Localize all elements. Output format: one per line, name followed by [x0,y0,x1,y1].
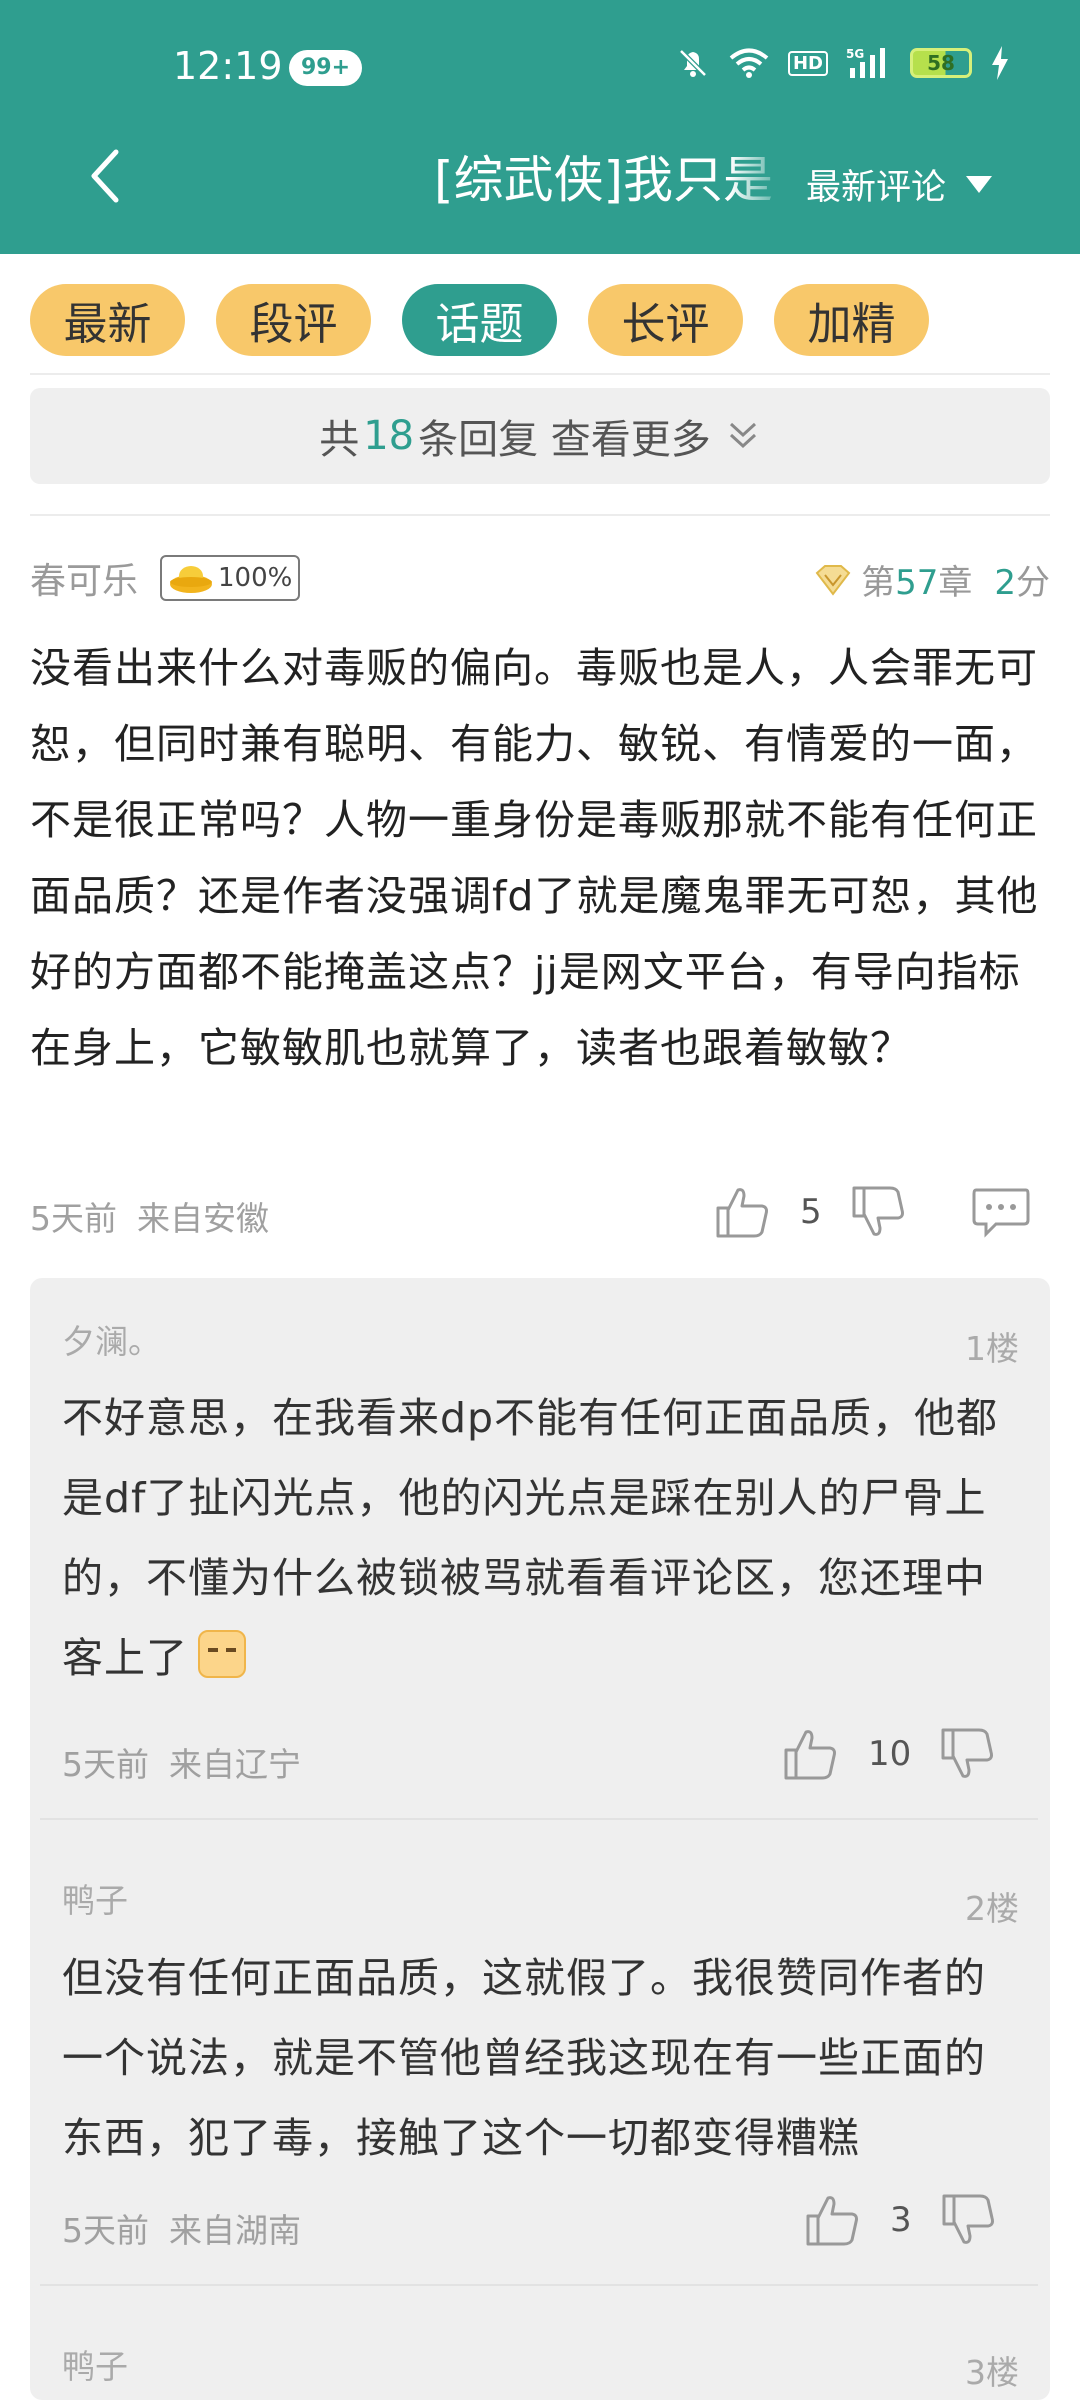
hd-icon: HD [787,50,828,76]
more-suffix: 条回复 查看更多 [418,417,711,463]
status-icons: HD 5G 58 [676,46,1010,80]
reply-floor: 2楼 [965,1889,1019,1928]
thumbs-down-icon[interactable] [850,1184,908,1240]
thumbs-down-icon[interactable] [939,1726,997,1782]
reply-actions: 3 [804,2192,998,2248]
like-count: 5 [800,1192,822,1232]
thumbs-down-icon[interactable] [940,2192,998,2248]
thumbs-up-icon[interactable] [714,1184,772,1240]
mute-bell-icon [679,49,707,77]
reply-divider [40,1818,1038,1820]
reply-divider [40,2284,1038,2286]
reply-author[interactable]: 鸭子 [62,1874,128,1922]
signal-icon: 5G [846,47,885,78]
tab-long-reviews[interactable]: 长评 [588,284,743,356]
reply-body: 不好意思，在我看来dp不能有任何正面品质，他都是df了扯闪光点，他的闪光点是踩在… [62,1394,999,1682]
comment-time: 5天前 [30,1199,117,1238]
sweat-emoji-icon [198,1630,246,1678]
thumbs-up-icon[interactable] [804,2192,862,2248]
top-header: 12:19 99+ HD 5G 58 [综武侠]我只是 最新评论 [0,0,1080,254]
reply-meta: 5天前 来自辽宁 [62,1738,301,1786]
reply-actions: 10 [782,1726,997,1782]
chapter-label: 第57章 [861,563,973,603]
reply-meta: 5天前 来自湖南 [62,2204,301,2252]
reply-time: 5天前 [62,2211,149,2250]
comment-body: 没看出来什么对毒贩的偏向。毒贩也是人，人会罪无可恕，但同时兼有聪明、有能力、敏锐… [30,644,1039,1072]
charging-bolt-icon [992,46,1008,80]
battery-level: 58 [927,51,955,75]
title-fade [730,146,790,216]
svg-text:5G: 5G [846,47,864,61]
tab-latest[interactable]: 最新 [30,284,185,356]
wifi-icon [729,48,769,78]
dropdown-triangle-icon [966,176,993,193]
tab-featured[interactable]: 加精 [774,284,929,356]
thumbs-up-icon[interactable] [782,1726,840,1782]
comment-header: 春可乐 100% [30,552,301,604]
tab-paragraph-comments[interactable]: 段评 [216,284,371,356]
reply-author[interactable]: 夕澜。 [62,1315,161,1363]
comment-meta: 5天前 来自安徽 [30,1192,269,1240]
diamond-icon [815,564,851,596]
reply-time: 5天前 [62,1745,149,1784]
reply-floor: 1楼 [965,1329,1019,1368]
like-count: 3 [890,2200,912,2240]
status-time: 12:19 [173,44,283,88]
section-divider [30,514,1050,516]
battery-icon: 58 [910,48,972,78]
gold-ingot-icon [170,566,213,593]
like-count: 10 [868,1734,912,1774]
tab-topics[interactable]: 话题 [402,284,557,356]
comment-location: 来自安徽 [137,1199,269,1238]
back-arrow-icon[interactable] [80,146,130,206]
reply-author[interactable]: 鸭子 [62,2340,128,2388]
reply-location: 来自辽宁 [169,1745,301,1784]
double-chevron-down-icon [729,422,756,449]
vip-badge: 100% [160,555,301,601]
tabs-divider [30,373,1050,375]
comment-author[interactable]: 春可乐 [30,552,138,604]
reply-count: 18 [363,413,415,459]
more-prefix: 共 [319,417,360,463]
reply-floor: 3楼 [965,2353,1019,2392]
comment-actions: 5 [714,1184,1032,1240]
sort-dropdown[interactable]: 最新评论 [806,160,994,208]
reply-location: 来自湖南 [169,2211,301,2250]
filter-tabs: 最新 段评 话题 长评 加精 [30,284,929,356]
reply-bubble-icon[interactable] [970,1186,1032,1238]
chapter-info: 第57章 2分 [813,555,1050,604]
vip-percent: 100% [218,563,293,593]
notification-count-badge: 99+ [289,50,363,86]
reply-body: 但没有任何正面品质，这就假了。我很赞同作者的一个说法，就是不管他曾经我这现在有一… [62,1954,986,2162]
sort-label: 最新评论 [806,167,947,208]
view-more-replies-button[interactable]: 共 18 条回复 查看更多 [30,388,1050,484]
score-label: 2分 [994,563,1050,603]
